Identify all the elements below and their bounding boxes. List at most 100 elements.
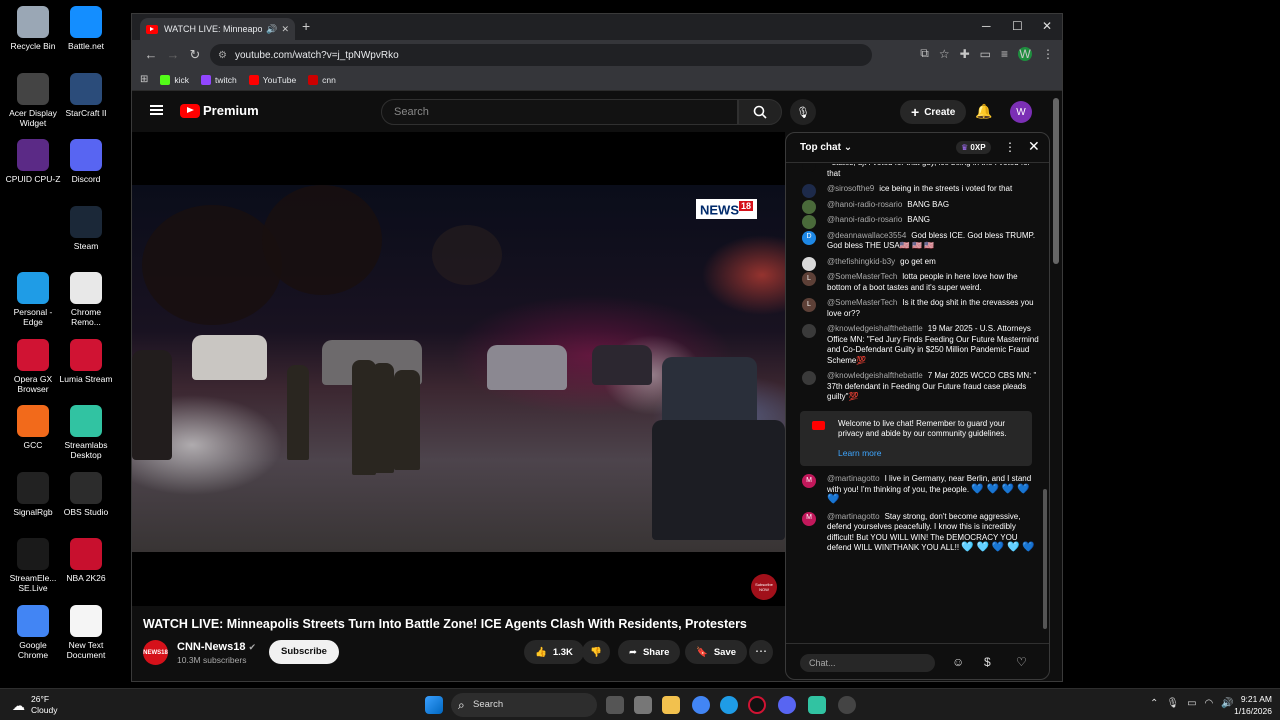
account-avatar[interactable]: W — [1010, 101, 1032, 123]
chat-input[interactable]: Chat... — [800, 654, 935, 672]
more-actions-icon[interactable]: ⋯ — [749, 640, 773, 664]
browser-menu-icon[interactable]: ⋮ — [1042, 47, 1054, 61]
chat-author-avatar[interactable]: L — [802, 298, 816, 312]
chat-author-name[interactable]: @hanoi-radio-rosario — [827, 200, 902, 209]
site-info-icon[interactable]: ⚙ — [218, 50, 227, 61]
chat-author-name[interactable]: @knowledgeishalfthebattle — [827, 324, 923, 333]
youtube-logo[interactable]: Premium — [180, 103, 259, 118]
share-button[interactable]: ➦ Share — [618, 640, 681, 664]
desktop-icon[interactable]: Personal - Edge — [5, 272, 61, 327]
chat-author-name[interactable]: @hanoi-radio-rosario — [827, 215, 902, 224]
streamlabs-taskbar-icon[interactable] — [808, 696, 826, 714]
desktop-icon[interactable]: Acer Display Widget — [5, 73, 61, 128]
search-input[interactable]: Search — [381, 99, 738, 125]
sidebar-icon[interactable]: ▭ — [980, 47, 991, 61]
speaker-icon[interactable]: 🔊 — [266, 24, 277, 35]
notifications-bell-icon[interactable]: 🔔 — [975, 103, 992, 120]
desktop-icon[interactable]: SignalRgb — [5, 472, 61, 517]
menu-hamburger-icon[interactable] — [150, 105, 163, 115]
chat-author-name[interactable]: @knowledgeishalfthebattle — [827, 371, 923, 380]
chat-author-avatar[interactable]: D — [802, 230, 816, 245]
chat-author-avatar[interactable] — [802, 324, 816, 338]
chat-author-name[interactable]: @SomeMasterTech — [827, 272, 897, 281]
voice-search-mic-icon[interactable]: 🎙 — [790, 99, 816, 125]
tab-active[interactable]: WATCH LIVE: Minneapolis S 🔊 ✕ — [140, 18, 295, 40]
desktop-icon[interactable]: GCC — [5, 405, 61, 450]
microphone-tray-icon[interactable]: 🎙 — [1166, 698, 1179, 709]
heart-icon[interactable]: ♡ — [1016, 655, 1027, 669]
desktop-icon[interactable]: Streamlabs Desktop — [58, 405, 114, 460]
chat-author-avatar[interactable] — [802, 371, 816, 385]
channel-name[interactable]: CNN-News18 — [177, 641, 245, 653]
chat-author-name[interactable]: @thefishingkid-b3y — [827, 257, 895, 266]
tray-chevron-icon[interactable]: ⌃ — [1150, 698, 1158, 709]
extensions-icon[interactable]: ✚ — [960, 47, 970, 61]
chat-menu-icon[interactable]: ⋮ — [1004, 140, 1016, 154]
dislike-button[interactable]: 👎 — [582, 640, 610, 664]
taskbar-search[interactable]: Search — [451, 693, 597, 717]
desktop-icon[interactable]: Opera GX Browser — [5, 339, 61, 394]
chat-author-avatar[interactable] — [802, 256, 816, 271]
xp-badge[interactable]: ♛ 0XP — [956, 141, 991, 154]
desktop-icon[interactable]: Lumia Stream — [58, 339, 114, 384]
desktop-icon[interactable]: Recycle Bin — [5, 6, 61, 51]
task-view-icon[interactable] — [606, 696, 624, 714]
bookmark-item[interactable]: kick — [160, 74, 189, 85]
discord-taskbar-icon[interactable] — [778, 696, 796, 714]
weather-widget[interactable]: ☁ 26°F Cloudy — [12, 694, 57, 716]
widgets-icon[interactable] — [634, 696, 652, 714]
forward-icon[interactable]: → — [162, 47, 184, 62]
bookmark-star-icon[interactable]: ☆ — [939, 47, 950, 61]
subscribe-button[interactable]: Subscribe — [269, 640, 339, 664]
minimize-icon[interactable]: ─ — [982, 19, 991, 33]
chat-scrollbar[interactable] — [1042, 169, 1048, 639]
chat-mode-dropdown[interactable]: Top chat ⌄ — [800, 142, 852, 153]
learn-more-link[interactable]: Learn more — [838, 448, 1022, 459]
chat-author-avatar[interactable] — [802, 215, 816, 229]
apps-grid-icon[interactable]: ⊞ — [140, 74, 148, 85]
chat-author-avatar[interactable]: L — [802, 272, 816, 286]
emoji-icon[interactable]: ☺ — [952, 655, 964, 669]
media-controls-icon[interactable]: ≡ — [1001, 47, 1008, 61]
desktop-icon[interactable]: NBA 2K26 — [58, 538, 114, 583]
desktop-icon[interactable]: StreamEle... SE.Live — [5, 538, 61, 593]
chat-close-icon[interactable]: ✕ — [1028, 138, 1040, 155]
window-close-icon[interactable]: ✕ — [1042, 19, 1052, 33]
chat-author-avatar[interactable]: M — [802, 511, 816, 526]
chat-author-avatar[interactable]: M — [802, 474, 816, 488]
desktop-icon[interactable]: Steam — [58, 206, 114, 251]
new-tab-button[interactable]: + — [302, 18, 310, 34]
desktop-icon[interactable]: Google Chrome — [5, 605, 61, 660]
create-button[interactable]: + Create — [900, 100, 967, 124]
reload-icon[interactable]: ↻ — [184, 47, 206, 63]
address-bar[interactable]: ⚙ youtube.com/watch?v=j_tpNWpvRko — [210, 44, 872, 66]
desktop-icon[interactable]: OBS Studio — [58, 472, 114, 517]
desktop-icon[interactable]: Discord — [58, 139, 114, 184]
desktop-icon[interactable]: CPUID CPU-Z — [5, 139, 61, 184]
channel-info[interactable]: NEWS18 CNN-News18 ✔ 10.3M subscribers — [143, 640, 256, 665]
chat-author-avatar[interactable] — [802, 199, 816, 214]
chrome-taskbar-icon[interactable] — [692, 696, 710, 714]
chat-author-name[interactable]: @deannawallace3554 — [827, 231, 906, 240]
chat-author-name[interactable]: @martinagotto — [827, 512, 880, 521]
opera-gx-taskbar-icon[interactable] — [748, 696, 766, 714]
display-tray-icon[interactable]: ▭ — [1187, 698, 1196, 709]
page-scrollbar[interactable] — [1052, 98, 1060, 682]
desktop-icon[interactable]: Battle.net — [58, 6, 114, 51]
file-explorer-icon[interactable] — [662, 696, 680, 714]
super-chat-icon[interactable]: $ — [984, 655, 991, 669]
save-button[interactable]: 🔖 Save — [685, 640, 748, 664]
chat-author-avatar[interactable] — [802, 184, 816, 198]
subscribe-now-badge[interactable]: Subscribe NOW — [751, 574, 777, 600]
install-app-icon[interactable]: ⧉ — [920, 46, 929, 61]
maximize-icon[interactable]: ☐ — [1012, 19, 1023, 33]
clock[interactable]: 9:21 AM 1/16/2026 — [1226, 693, 1272, 717]
desktop-icon[interactable]: New Text Document — [58, 605, 114, 660]
chat-author-avatar[interactable] — [802, 164, 816, 172]
desktop-icon[interactable]: StarCraft II — [58, 73, 114, 118]
chat-author-name[interactable]: @SomeMasterTech — [827, 298, 897, 307]
channel-avatar[interactable]: NEWS18 — [143, 640, 168, 665]
chat-author-name[interactable]: @sirosofthe9 — [827, 184, 874, 193]
app-taskbar-icon[interactable] — [838, 696, 856, 714]
bookmark-item[interactable]: cnn — [308, 74, 336, 85]
